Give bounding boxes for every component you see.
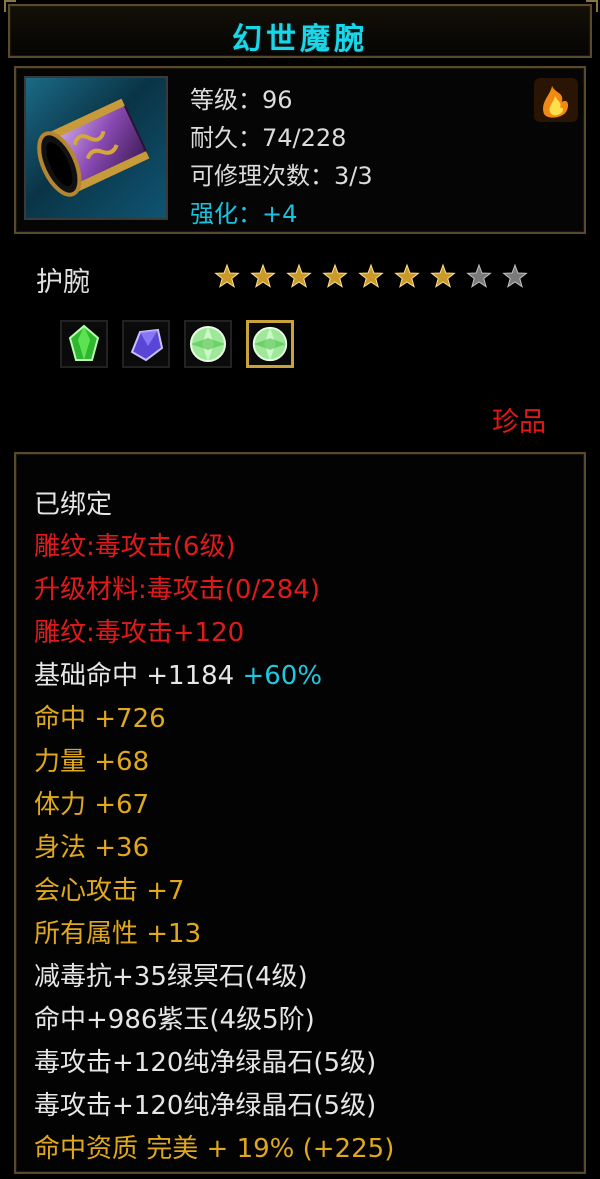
star-filled-icon <box>250 263 276 288</box>
gem-slot-4[interactable] <box>246 320 294 368</box>
agility-attr: 身法 +36 <box>34 833 150 863</box>
green-gem-icon <box>68 324 100 361</box>
star-filled-icon <box>430 263 456 288</box>
gem-slot-1[interactable] <box>60 320 108 368</box>
all-attr: 所有属性 +13 <box>34 919 202 949</box>
strength-attr: 力量 +68 <box>34 747 150 777</box>
purple-gem-icon <box>130 328 164 362</box>
enhance-stat: 强化：+4 <box>190 200 298 228</box>
stamina-attr: 体力 +67 <box>34 790 150 820</box>
carve-attr-1: 雕纹:毒攻击(6级) <box>34 532 236 562</box>
durability-stat: 耐久：74/228 <box>190 124 347 152</box>
aptitude-attr: 命中资质 完美 + 19% (+225) <box>34 1134 395 1164</box>
green-crystal-icon <box>252 326 288 362</box>
item-title: 幻世魔腕 <box>232 22 368 57</box>
star-filled-icon <box>214 263 240 288</box>
hit-attr: 命中 +726 <box>34 704 166 734</box>
corner-ornament <box>4 0 16 12</box>
level-stat: 等级：96 <box>190 86 293 114</box>
repair-count-stat: 可修理次数：3/3 <box>190 162 373 190</box>
fire-element-icon <box>534 78 578 122</box>
gem-attr-1: 减毒抗+35绿冥石(4级) <box>34 962 308 992</box>
crit-attr: 会心攻击 +7 <box>34 876 185 906</box>
base-hit-attr: 基础命中 +1184 +60% <box>34 655 322 692</box>
gem-slot-3[interactable] <box>184 320 232 368</box>
upgrade-material: 升级材料:毒攻击(0/284) <box>34 575 320 605</box>
star-filled-icon <box>286 263 312 288</box>
star-filled-icon <box>394 263 420 288</box>
bound-status: 已绑定 <box>34 490 113 520</box>
star-filled-icon <box>322 263 348 288</box>
star-filled-icon <box>358 263 384 288</box>
rarity-label: 珍品 <box>492 407 546 438</box>
gem-attr-2: 命中+986紫玉(4级5阶) <box>34 1005 315 1035</box>
item-type-label: 护腕 <box>36 267 90 298</box>
star-empty-icon <box>502 263 528 288</box>
carve-attr-2: 雕纹:毒攻击+120 <box>34 618 245 648</box>
wristguard-icon[interactable] <box>24 76 168 220</box>
star-empty-icon <box>466 263 492 288</box>
green-crystal-icon <box>190 326 226 362</box>
base-hit-value: 基础命中 +1184 <box>34 661 235 691</box>
gem-slot-2[interactable] <box>122 320 170 368</box>
title-bar: 幻世魔腕 <box>8 4 592 58</box>
base-hit-percent: +60% <box>242 661 323 691</box>
star-rating <box>214 263 528 288</box>
gem-attr-4: 毒攻击+120纯净绿晶石(5级) <box>34 1091 377 1121</box>
gem-attr-3: 毒攻击+120纯净绿晶石(5级) <box>34 1048 377 1078</box>
corner-ornament <box>586 0 598 12</box>
wristguard-image <box>37 98 150 197</box>
